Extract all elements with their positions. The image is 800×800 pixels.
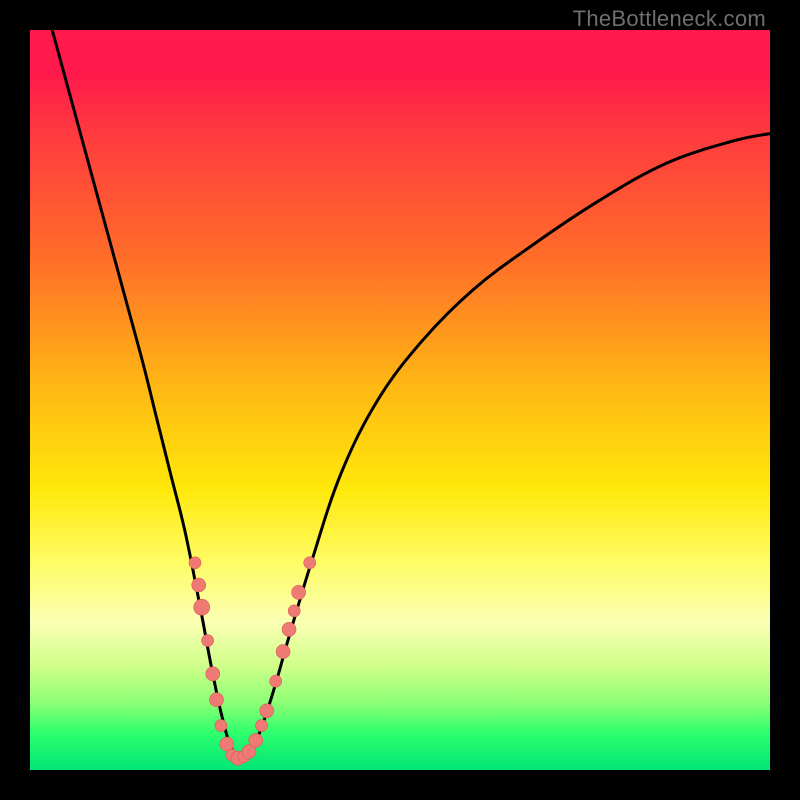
highlight-dot [256,720,268,732]
highlight-dot [192,578,206,592]
highlight-dot [206,667,220,681]
highlight-dot [260,704,274,718]
plot-area [30,30,770,770]
highlight-dot [210,693,224,707]
highlight-dot [189,557,201,569]
highlight-dot [249,733,263,747]
chart-svg [30,30,770,770]
highlight-dot [282,622,296,636]
highlight-dot [215,720,227,732]
highlight-dot [276,645,290,659]
highlight-dot [292,585,306,599]
highlight-dot [304,557,316,569]
highlight-dots-group [189,557,316,765]
highlight-dot [288,605,300,617]
highlight-dot [270,675,282,687]
bottleneck-curve [52,30,770,755]
watermark-text: TheBottleneck.com [573,6,766,32]
outer-frame: TheBottleneck.com [0,0,800,800]
highlight-dot [202,635,214,647]
highlight-dot [194,599,210,615]
